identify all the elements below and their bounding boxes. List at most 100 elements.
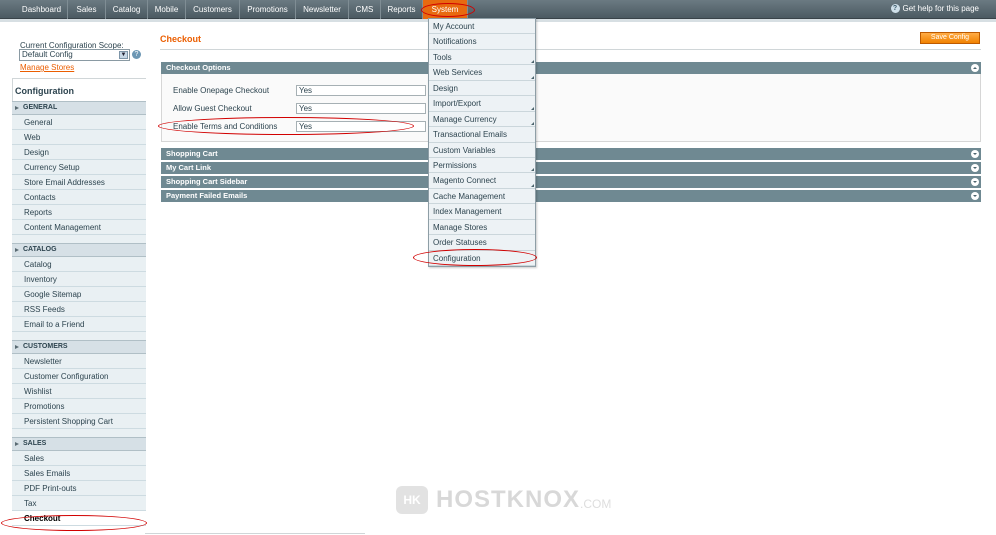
sidebar-item-store-email-addresses[interactable]: Store Email Addresses <box>12 175 146 190</box>
group-label: Shopping Cart Sidebar <box>166 177 248 186</box>
expand-icon <box>971 164 979 172</box>
expand-icon <box>971 192 979 200</box>
sidebar-item-email-to-a-friend[interactable]: Email to a Friend <box>12 317 146 332</box>
annotation-circle-system <box>421 3 475 17</box>
menu-item-label: My Account <box>433 22 475 31</box>
submenu-arrow-icon <box>531 106 534 110</box>
header-divider <box>160 49 981 50</box>
sidebar-item-rss-feeds[interactable]: RSS Feeds <box>12 302 146 317</box>
menu-item-permissions[interactable]: Permissions <box>429 157 535 174</box>
hostknox-logo-icon: HK <box>396 486 428 514</box>
section-spacer <box>12 429 146 437</box>
menu-item-label: Web Services <box>433 68 483 78</box>
sidebar-item-sales-emails[interactable]: Sales Emails <box>12 466 146 481</box>
section-spacer <box>12 235 146 243</box>
annotation-circle-checkout <box>1 515 147 531</box>
watermark-domain: .COM <box>580 497 612 511</box>
group-shopping-cart-sidebar[interactable]: Shopping Cart Sidebar <box>161 176 981 188</box>
menu-item-notifications[interactable]: Notifications <box>429 34 535 50</box>
sidebar-item-google-sitemap[interactable]: Google Sitemap <box>12 287 146 302</box>
nav-newsletter[interactable]: Newsletter <box>296 0 349 19</box>
watermark-text: HOSTKNOX <box>436 486 581 513</box>
manage-stores-link[interactable]: Manage Stores <box>20 63 74 72</box>
sidebar-item-catalog[interactable]: Catalog <box>12 257 146 272</box>
menu-item-transactional-emails[interactable]: Transactional Emails <box>429 127 535 143</box>
nav-sales[interactable]: Sales <box>68 0 106 19</box>
sidebar-item-reports[interactable]: Reports <box>12 205 146 220</box>
menu-item-label: Import/Export <box>433 99 482 109</box>
menu-item-manage-stores[interactable]: Manage Stores <box>429 219 535 236</box>
menu-item-magento-connect[interactable]: Magento Connect <box>429 173 535 189</box>
group-my-cart-link[interactable]: My Cart Link <box>161 162 981 174</box>
submenu-arrow-icon <box>531 75 534 79</box>
sidebar-item-promotions[interactable]: Promotions <box>12 399 146 414</box>
menu-item-custom-variables[interactable]: Custom Variables <box>429 142 535 158</box>
sidebar-item-customer-configuration[interactable]: Customer Configuration <box>12 369 146 384</box>
menu-item-web-services[interactable]: Web Services <box>429 65 535 81</box>
expand-icon <box>971 178 979 186</box>
annotation-circle-terms <box>158 117 414 135</box>
sidebar-item-newsletter[interactable]: Newsletter <box>12 354 146 369</box>
menu-item-tools[interactable]: Tools <box>429 49 535 66</box>
group-shopping-cart[interactable]: Shopping Cart <box>161 148 981 160</box>
scope-select[interactable]: Default Config ▼ <box>19 49 130 61</box>
menu-item-import-export[interactable]: Import/Export <box>429 96 535 112</box>
help-link[interactable]: ? Get help for this page <box>890 4 980 13</box>
sidebar-item-design[interactable]: Design <box>12 145 146 160</box>
sidebar-item-sales[interactable]: Sales <box>12 451 146 466</box>
nav-customers[interactable]: Customers <box>186 0 240 19</box>
nav-promotions[interactable]: Promotions <box>240 0 296 19</box>
section-general[interactable]: GENERAL <box>12 101 146 115</box>
select-value: Yes <box>299 104 313 113</box>
page-title: Checkout <box>160 34 202 44</box>
select-value: Yes <box>299 86 313 95</box>
section-catalog[interactable]: CATALOG <box>12 243 146 257</box>
menu-item-label: Tools <box>433 52 452 62</box>
sidebar-item-wishlist[interactable]: Wishlist <box>12 384 146 399</box>
nav-cms[interactable]: CMS <box>349 0 381 19</box>
sidebar-item-general[interactable]: General <box>12 115 146 130</box>
menu-item-label: Index Management <box>433 207 502 217</box>
group-payment-failed-emails[interactable]: Payment Failed Emails <box>161 190 981 202</box>
menu-item-my-account[interactable]: My Account <box>429 19 535 35</box>
menu-item-design[interactable]: Design <box>429 80 535 97</box>
nav-reports[interactable]: Reports <box>381 0 423 19</box>
annotation-circle-configuration <box>413 249 537 266</box>
scope-value: Default Config <box>22 50 73 59</box>
group-checkout-options[interactable]: Checkout Options <box>161 62 981 74</box>
menu-item-label: Design <box>433 83 458 93</box>
menu-item-index-management[interactable]: Index Management <box>429 204 535 220</box>
sidebar-item-content-management[interactable]: Content Management <box>12 220 146 235</box>
nav-dashboard[interactable]: Dashboard <box>16 0 68 19</box>
submenu-arrow-icon <box>531 168 534 172</box>
section-customers[interactable]: CUSTOMERS <box>12 340 146 354</box>
section-sales[interactable]: SALES <box>12 437 146 451</box>
menu-item-label: Custom Variables <box>433 145 496 155</box>
sidebar-item-pdf-print-outs[interactable]: PDF Print-outs <box>12 481 146 496</box>
sidebar-item-contacts[interactable]: Contacts <box>12 190 146 205</box>
sidebar-item-currency-setup[interactable]: Currency Setup <box>12 160 146 175</box>
sidebar-item-web[interactable]: Web <box>12 130 146 145</box>
allow-guest-checkout-select[interactable]: Yes <box>296 103 426 114</box>
sidebar-item-inventory[interactable]: Inventory <box>12 272 146 287</box>
menu-item-manage-currency[interactable]: Manage Currency <box>429 111 535 128</box>
sidebar-title: Configuration <box>12 78 146 102</box>
nav-mobile[interactable]: Mobile <box>148 0 186 19</box>
nav-catalog[interactable]: Catalog <box>106 0 148 19</box>
enable-onepage-checkout-select[interactable]: Yes <box>296 85 426 96</box>
menu-item-cache-management[interactable]: Cache Management <box>429 188 535 205</box>
group-label: Payment Failed Emails <box>166 191 248 200</box>
option-label: Allow Guest Checkout <box>173 104 252 113</box>
group-label: My Cart Link <box>166 163 212 172</box>
option-label: Enable Onepage Checkout <box>173 86 270 95</box>
sidebar-item-tax[interactable]: Tax <box>12 496 146 511</box>
help-label: Get help for this page <box>902 4 980 13</box>
submenu-arrow-icon <box>531 122 534 126</box>
save-config-button[interactable]: Save Config <box>920 32 980 44</box>
menu-item-label: Manage Stores <box>433 222 488 232</box>
group-label: Shopping Cart <box>166 149 218 158</box>
chevron-down-icon: ▼ <box>119 51 128 59</box>
help-icon: ? <box>890 4 900 13</box>
scope-help-icon[interactable]: ? <box>132 50 141 59</box>
sidebar-item-persistent-shopping-cart[interactable]: Persistent Shopping Cart <box>12 414 146 429</box>
